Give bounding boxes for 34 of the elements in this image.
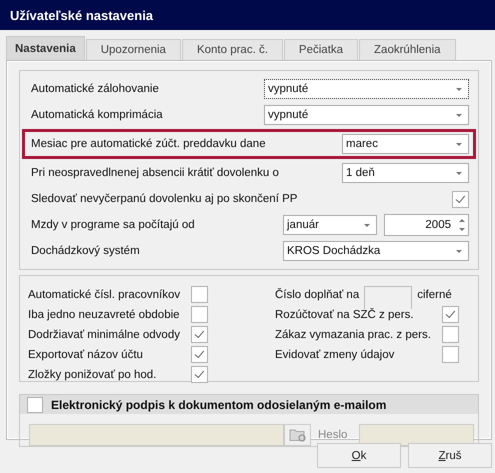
- window-title: Užívateľské nastavenia: [10, 8, 154, 22]
- setting-label: Dochádzkový systém: [31, 245, 141, 257]
- dropdown[interactable]: vypnuté: [264, 105, 469, 125]
- option-label: Dodržiavať minimálne odvody: [28, 328, 181, 340]
- suffix-label: ciferné: [417, 288, 452, 300]
- dropdown[interactable]: KROS Dochádzka: [283, 241, 469, 261]
- dropdown[interactable]: január: [283, 215, 377, 235]
- option-label: Číslo doplňať na: [275, 288, 360, 300]
- setting-label: Automatické zálohovanie: [31, 83, 160, 95]
- ok-button[interactable]: Ok: [317, 443, 401, 468]
- option-label: Automatické čísl. pracovníkov: [28, 288, 182, 300]
- year-spinner[interactable]: 2005: [384, 214, 469, 236]
- option-label: Iba jedno neuzavreté obdobie: [28, 308, 181, 320]
- tab[interactable]: Konto prac. č.: [182, 39, 283, 60]
- section-title: Elektronický podpis k dokumentom odosielaným e-mailom: [51, 398, 386, 412]
- setting-label: Sledovať nevyčerpanú dovolenku aj po skončení PP: [31, 193, 298, 205]
- setting-label: Mesiac pre automatické zúčt. preddavku dane: [31, 138, 267, 150]
- option-label: Exportovať názov účtu: [28, 348, 144, 360]
- option-label: Evidovať zmeny údajov: [275, 348, 396, 360]
- option-label: Zložky ponižovať po hod.: [28, 368, 158, 380]
- setting-label: Automatická komprimácia: [31, 109, 164, 121]
- setting-label: Pri neospravedlnenej absencii krátiť dovolenku o: [31, 167, 280, 179]
- dropdown[interactable]: 1 deň: [342, 163, 469, 183]
- password-label: Heslo: [318, 429, 348, 441]
- tab[interactable]: Nastavenia: [6, 36, 85, 60]
- tab[interactable]: Upozornenia: [86, 39, 181, 60]
- dropdown[interactable]: vypnuté: [264, 79, 469, 99]
- tab[interactable]: Zaokrúhlenia: [359, 39, 456, 60]
- tab[interactable]: Pečiatka: [284, 39, 358, 60]
- dropdown[interactable]: marec: [342, 134, 469, 154]
- cancel-button[interactable]: Zruš: [408, 443, 492, 468]
- option-label: Rozúčtovať na SZČ z pers.: [275, 308, 415, 320]
- setting-label: Mzdy v programe sa počítajú od: [31, 219, 196, 231]
- option-label: Zákaz vymazania prac. z pers.: [275, 328, 432, 340]
